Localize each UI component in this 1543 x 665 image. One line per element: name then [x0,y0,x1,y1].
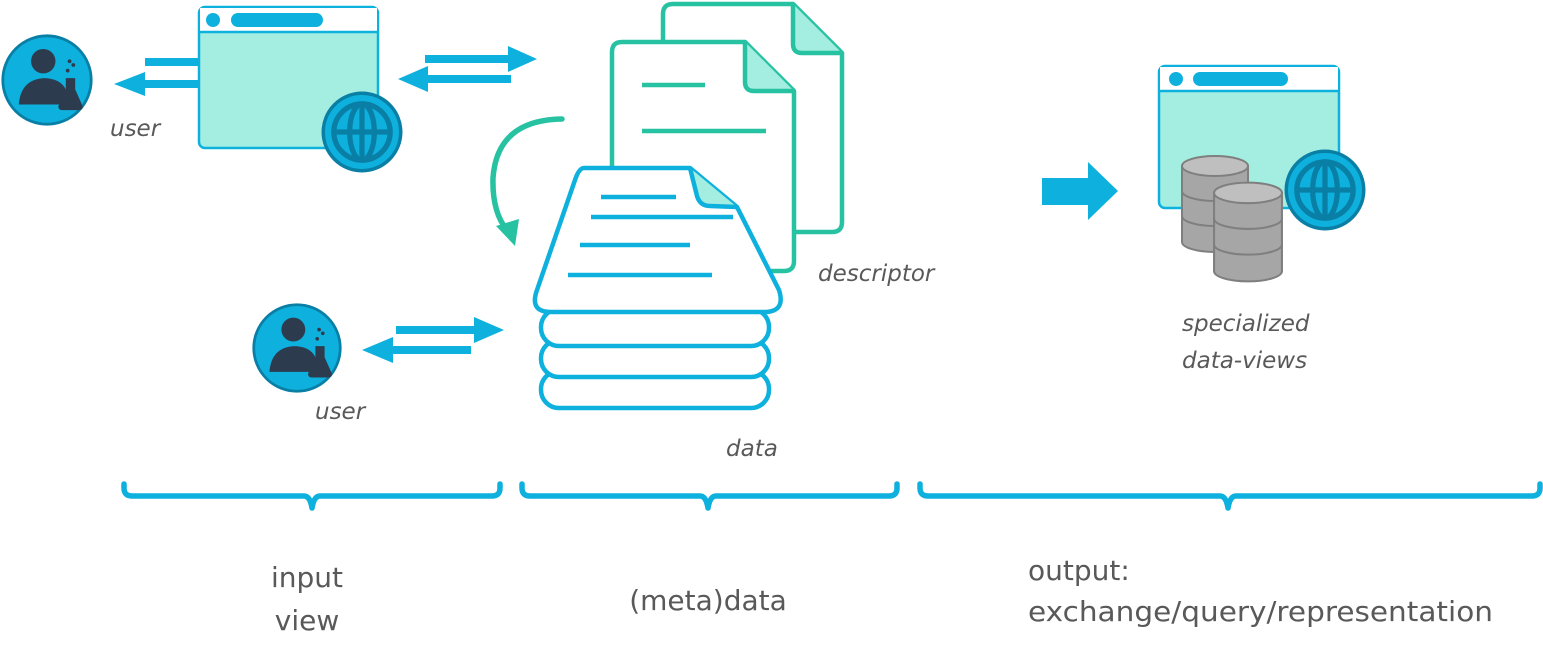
bidirectional-arrows-icon [362,317,504,363]
user-label-bottom: user [315,399,367,425]
globe-icon [323,93,400,170]
data-stack-icon [538,306,772,411]
specialized-label: specialized [1182,311,1310,337]
curly-brace-icon [519,481,900,511]
user-label-top: user [110,116,162,142]
input-section-label: input [271,561,343,594]
arrow-right-icon [1042,162,1118,220]
data-views-label: data-views [1182,348,1307,374]
diagram-canvas: user descriptor data user specialized da… [1,1,1543,637]
data-label: data [726,436,778,462]
curly-brace-icon [917,481,1543,511]
view-section-label: view [275,604,339,637]
user-scientist-icon [1,34,93,126]
database-icon [1212,181,1284,283]
curved-arrow-icon [490,116,565,246]
bidirectional-arrows-icon [398,46,537,92]
output-detail-label: exchange/query/representation [1028,595,1493,628]
output-section-label: output: [1028,554,1130,587]
user-scientist-icon [252,303,342,393]
globe-icon [1286,151,1363,228]
metadata-section-label: (meta)data [629,584,787,617]
descriptor-label: descriptor [818,261,936,287]
curly-brace-icon [121,481,503,511]
